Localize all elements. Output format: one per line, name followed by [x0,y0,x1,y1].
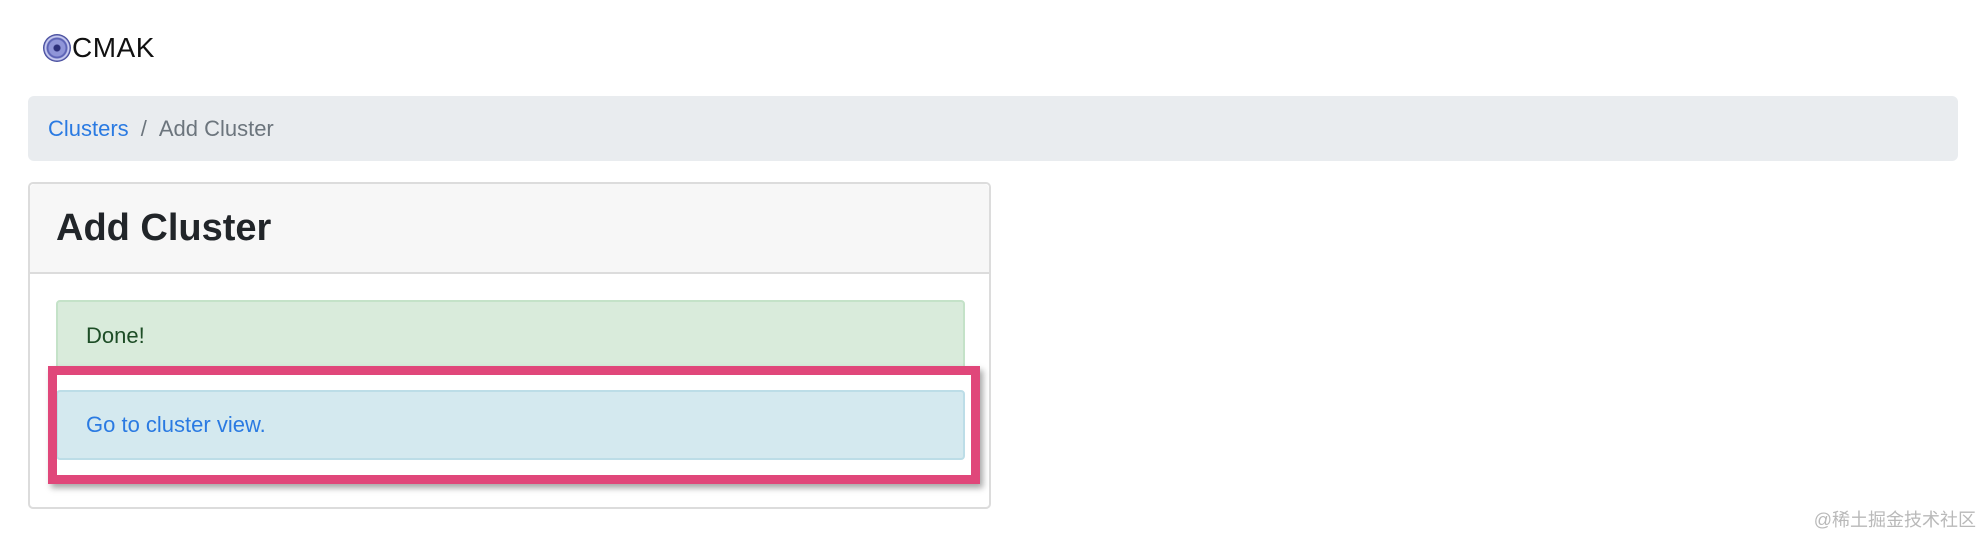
success-alert: Done! [56,300,965,372]
brand-name[interactable]: CMAK [72,32,155,64]
navbar: CMAK [43,30,155,66]
cmak-logo-icon[interactable] [43,34,71,62]
success-message: Done! [86,323,145,348]
page: CMAK Clusters / Add Cluster Add Cluster … [0,0,1984,544]
info-alert: Go to cluster view. [56,390,965,460]
watermark: @稀土掘金技术社区 [1813,510,1976,530]
go-to-cluster-view-link[interactable]: Go to cluster view. [86,412,266,438]
page-title: Add Cluster [56,206,272,249]
breadcrumb: Clusters / Add Cluster [28,96,1958,161]
add-cluster-card: Add Cluster Done! Go to cluster view. [28,182,991,509]
card-header: Add Cluster [30,184,989,274]
breadcrumb-current: Add Cluster [158,115,274,141]
breadcrumb-clusters-link[interactable]: Clusters [48,116,129,142]
breadcrumb-separator: / [140,115,147,141]
